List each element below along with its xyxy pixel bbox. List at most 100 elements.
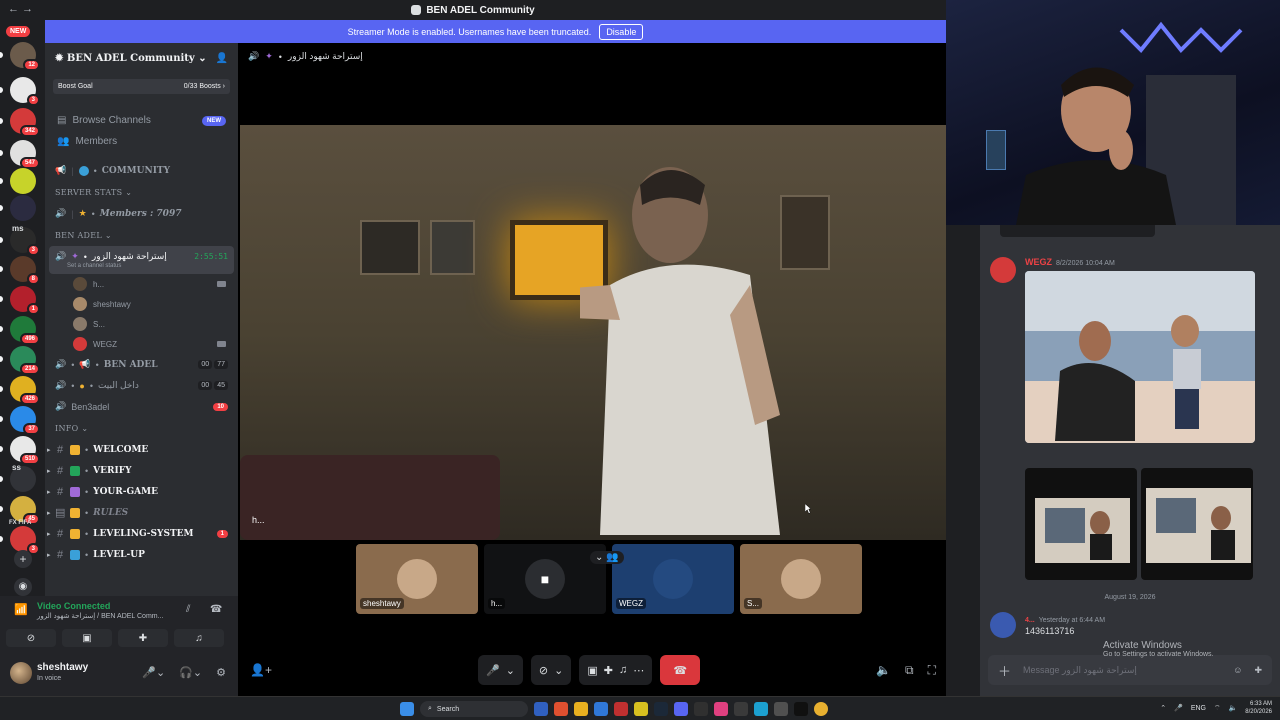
app-icon[interactable] (734, 702, 748, 716)
server-label[interactable]: FX FIFA (9, 520, 31, 526)
user-name[interactable]: sheshtawy (37, 662, 88, 673)
steam-icon[interactable] (654, 702, 668, 716)
server-icon[interactable]: 3 (10, 77, 40, 106)
members-item[interactable]: 👥 Members (45, 131, 238, 152)
participant-tile[interactable]: ■ h... (484, 544, 606, 614)
channel-info[interactable]: ▸ # • WELCOME (45, 439, 238, 460)
channel-info[interactable]: ▸ # • LEVEL-UP (45, 544, 238, 565)
message-author[interactable]: WEGZ (1025, 257, 1052, 267)
server-icon[interactable] (10, 195, 36, 221)
server-icon[interactable]: 496 (10, 316, 40, 345)
channel-active-voice[interactable]: 🔊 ✦ • إستراحة شهود الزور 2:55:51 Set a c… (49, 246, 234, 274)
activities-icon[interactable]: ✚ (604, 664, 613, 677)
more-icon[interactable]: ⋯ (633, 664, 644, 677)
server-icon[interactable]: 37 (10, 406, 40, 435)
focused-video-stream[interactable]: h... (240, 125, 946, 540)
server-icon[interactable]: 1 (10, 286, 40, 315)
author-avatar[interactable] (990, 257, 1016, 283)
server-header[interactable]: ✹ BEN ADEL Community ⌄ 👤 (45, 43, 238, 73)
server-icon[interactable]: 510 (10, 436, 40, 465)
app-icon[interactable] (714, 702, 728, 716)
soundboard-icon[interactable]: ♫ (619, 664, 627, 676)
emoji-icon[interactable]: ☺ (1233, 665, 1242, 675)
soundboard-button[interactable]: ♫ (174, 629, 224, 647)
channel-info[interactable]: ▸ # • LEVELING-SYSTEM 1 (45, 523, 238, 544)
channel-members-stat[interactable]: 🔊 | ★ • Members : 7097 (45, 203, 238, 224)
server-label[interactable]: ms (12, 224, 24, 233)
apps-icon[interactable]: ✚ (1254, 665, 1262, 676)
volume-tray-icon[interactable]: 🔈 (1229, 704, 1238, 712)
discover-icon[interactable]: ◉ (14, 578, 32, 596)
author-avatar[interactable] (990, 612, 1016, 638)
app-icon[interactable] (634, 702, 648, 716)
store-icon[interactable] (594, 702, 608, 716)
lang-indicator[interactable]: ENG (1191, 705, 1206, 712)
server-icon[interactable]: 214 (10, 346, 40, 375)
category-ben-adel[interactable]: BEN ADEL ⌄ (45, 224, 238, 246)
mic-toggle-button[interactable]: 🎤 ⌄ (478, 655, 523, 685)
channel-info[interactable]: ▸ # • VERIFY (45, 460, 238, 481)
taskbar-search[interactable]: ⌕ Search (420, 701, 528, 717)
discord-icon[interactable] (674, 702, 688, 716)
server-icon[interactable]: 3 (10, 526, 40, 555)
add-attachment-icon[interactable]: ＋ (998, 661, 1011, 680)
voice-status[interactable]: Video Connected (37, 601, 110, 611)
app-icon[interactable] (614, 702, 628, 716)
voice-user[interactable]: WEGZ (45, 334, 238, 354)
channel-ben3adel[interactable]: 🔊 Ben3adel 10 (45, 396, 238, 417)
server-icon[interactable]: 547 (10, 140, 40, 169)
hang-up-button[interactable]: ☎ (660, 655, 701, 685)
app-icon[interactable] (774, 702, 788, 716)
popout-icon[interactable]: ⧉ (905, 663, 914, 678)
server-icon[interactable] (10, 168, 36, 194)
gear-icon[interactable]: ⚙ (216, 666, 226, 679)
channel-status[interactable]: Set a channel status (55, 263, 121, 269)
file-explorer-icon[interactable] (574, 702, 588, 716)
disable-streamer-mode-button[interactable]: Disable (599, 23, 644, 40)
user-avatar[interactable] (10, 662, 32, 684)
participant-tile[interactable]: WEGZ (612, 544, 734, 614)
server-icon[interactable]: 342 (10, 108, 40, 137)
category-info[interactable]: INFO ⌄ (45, 417, 238, 439)
app-icon[interactable] (534, 702, 548, 716)
mic-tray-icon[interactable]: 🎤 (1174, 704, 1183, 712)
chrome-icon[interactable] (814, 702, 828, 716)
expand-participants-button[interactable]: ⌄ 👥 (590, 551, 624, 564)
activities-button[interactable]: ✚ (118, 629, 168, 647)
boost-goal-bar[interactable]: Boost Goal 0/33 Boosts › (53, 79, 230, 94)
server-icon[interactable]: 12 (10, 42, 40, 71)
channel-second-voice[interactable]: 🔊 • ● • داخل البيت 00 45 (45, 375, 238, 396)
fullscreen-icon[interactable]: ⛶ (928, 663, 936, 678)
server-icon[interactable]: 45 (10, 496, 40, 525)
voice-user[interactable]: S... (45, 314, 238, 334)
channel-community[interactable]: 📢 | • COMMUNITY (45, 160, 238, 181)
disconnect-icon[interactable]: ☎ (210, 604, 222, 615)
add-participant-icon[interactable]: 👤+ (250, 663, 272, 677)
participant-tile[interactable]: S... (740, 544, 862, 614)
windows-start-icon[interactable] (400, 702, 414, 716)
image-attachment[interactable] (1025, 271, 1255, 443)
noise-suppression-icon[interactable]: ⫽ (186, 604, 190, 615)
headphones-icon[interactable]: 🎧⌄ (179, 666, 202, 679)
server-icon[interactable]: 8 (10, 256, 40, 285)
category-server-stats[interactable]: SERVER STATS ⌄ (45, 181, 238, 203)
brave-icon[interactable] (554, 702, 568, 716)
add-server-icon[interactable]: + (14, 550, 32, 568)
back-forward-arrows[interactable]: ← → (8, 3, 33, 15)
tray-chevron-icon[interactable]: ⌃ (1160, 704, 1166, 712)
camera-off-button[interactable]: ⊘ (6, 629, 56, 647)
wifi-icon[interactable]: ⌔ (1214, 704, 1221, 713)
server-label[interactable]: ss (12, 463, 21, 472)
channel-ben-adel[interactable]: 🔊 • 📢 • BEN ADEL 00 77 (45, 354, 238, 375)
invite-icon[interactable]: 👤 (216, 53, 228, 64)
message-author[interactable]: 4... (1025, 617, 1035, 624)
volume-icon[interactable]: 🔈 (876, 663, 891, 678)
chevron-down-icon[interactable]: ⌄ (506, 664, 515, 677)
app-icon[interactable] (694, 702, 708, 716)
chevron-down-icon[interactable]: ⌄ (554, 664, 563, 677)
channel-info[interactable]: ▸ # • YOUR-GAME (45, 481, 238, 502)
clock[interactable]: 6:33 AM 8/20/2026 (1245, 700, 1272, 716)
screen-share-icon[interactable]: ▣ (587, 664, 597, 677)
camera-toggle-button[interactable]: ⊘ ⌄ (530, 655, 572, 685)
voice-user[interactable]: sheshtawy (45, 294, 238, 314)
